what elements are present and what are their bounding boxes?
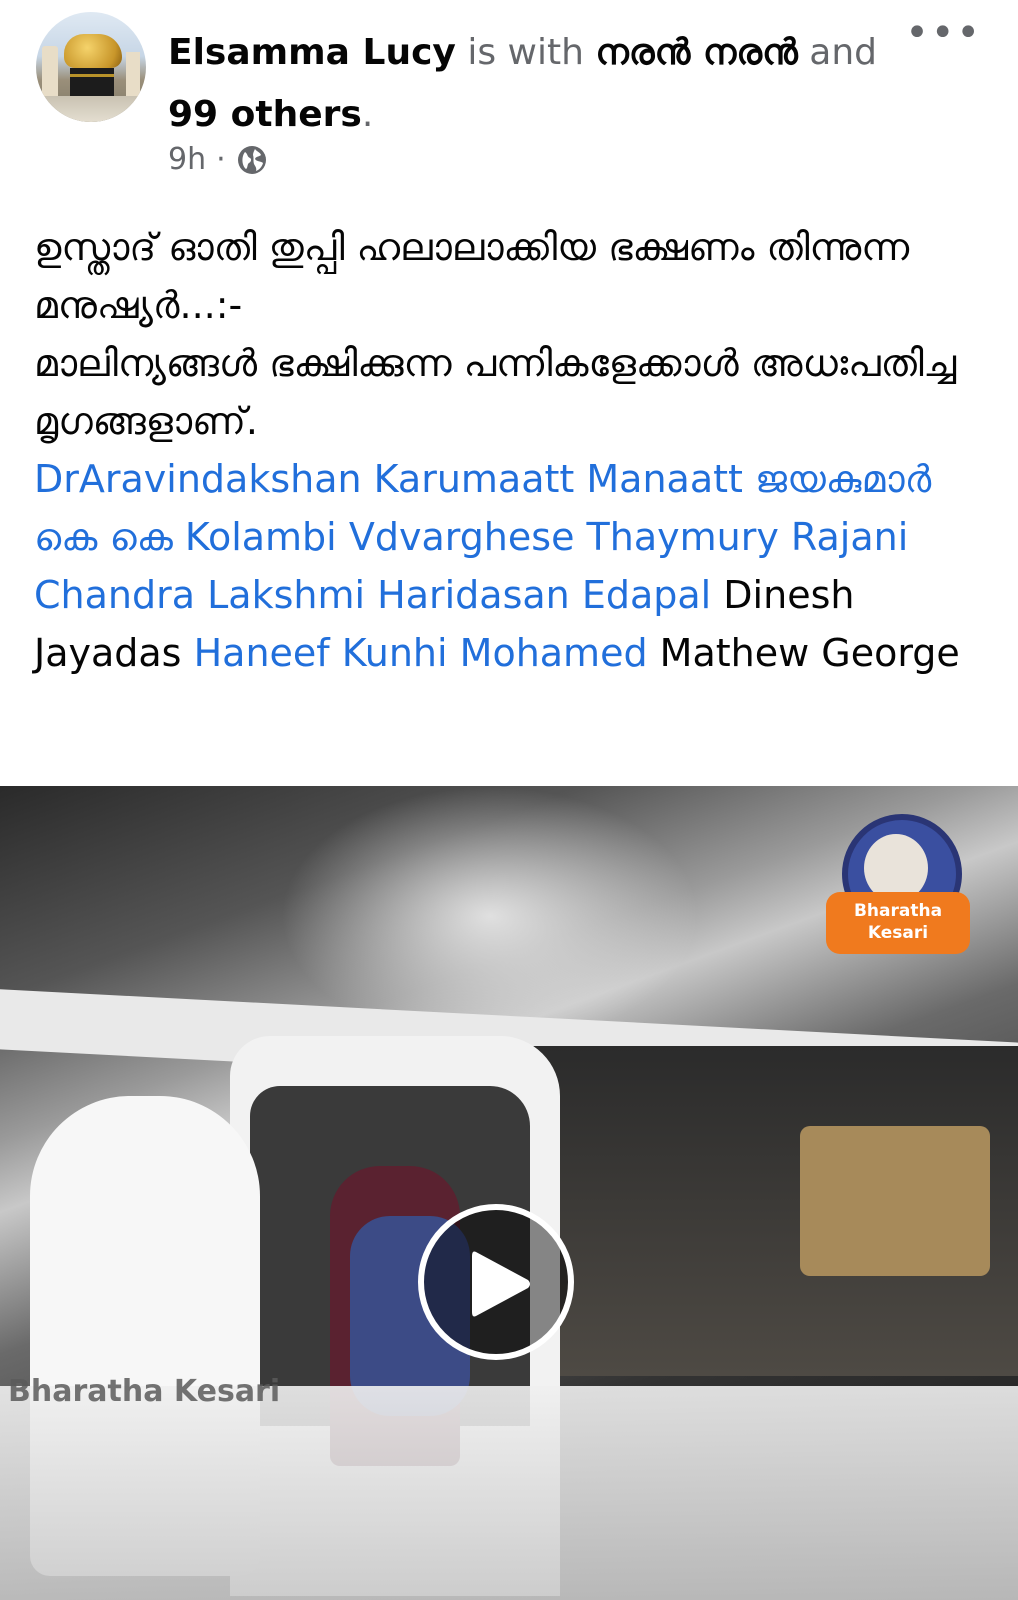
video-car-seat xyxy=(800,1126,990,1276)
tag-link[interactable]: Haneef Kunhi Mohamed xyxy=(194,631,648,675)
and-text: and xyxy=(797,32,878,73)
with-text: is with xyxy=(455,32,596,73)
post-header: Elsamma Lucy is with നരൻ നരൻ and 99 othe… xyxy=(0,0,1018,200)
post-time[interactable]: 9h xyxy=(168,142,206,177)
avatar-kaaba-band xyxy=(70,74,114,77)
tag-list: DrAravindakshan Karumaatt Manaatt ജയകുമാ… xyxy=(34,450,984,682)
video-watermark: Bharatha Kesari xyxy=(8,1374,281,1409)
logo-text-line1: Bharatha xyxy=(853,901,943,921)
logo-text-line2: Kesari xyxy=(867,923,929,943)
post-body: ഉസ്താദ് ഓതി തുപ്പി ഹലാലാക്കിയ ഭക്ഷണം തിന… xyxy=(34,218,984,682)
avatar-tower xyxy=(42,46,58,98)
avatar-crowd xyxy=(36,96,146,122)
more-horizontal-icon[interactable]: ••• xyxy=(905,13,982,53)
post-text-line1: ഉസ്താദ് ഓതി തുപ്പി ഹലാലാക്കിയ ഭക്ഷണം തിന… xyxy=(34,225,910,327)
video-lower-door xyxy=(0,1386,1018,1600)
play-icon[interactable] xyxy=(418,1204,574,1360)
post-meta: 9h · xyxy=(168,142,268,177)
untagged-name: Mathew George xyxy=(659,631,960,675)
avatar-tower xyxy=(126,52,140,98)
author-name-link[interactable]: Elsamma Lucy xyxy=(168,32,456,73)
post-text-line2: മാലിന്യങ്ങൾ ഭക്ഷിക്കുന്ന പന്നികളേക്കാൾ അ… xyxy=(34,341,957,443)
channel-logo: Bharatha Kesari xyxy=(826,810,970,960)
tag-link[interactable]: Vdvarghese Thaymury xyxy=(349,515,779,559)
author-avatar[interactable] xyxy=(36,12,146,122)
avatar-golden-statue xyxy=(64,34,122,68)
globe-icon[interactable] xyxy=(236,144,268,176)
tag-link[interactable]: DrAravindakshan Karumaatt Manaatt xyxy=(34,457,743,501)
period: . xyxy=(361,94,374,135)
video-player[interactable]: Bharatha Kesari Bharatha Kesari xyxy=(0,786,1018,1600)
meta-separator: · xyxy=(216,142,226,177)
post-title-line: Elsamma Lucy is with നരൻ നരൻ and 99 othe… xyxy=(168,22,908,146)
tagged-person-link[interactable]: നരൻ നരൻ xyxy=(595,32,797,73)
logo-plate: Bharatha Kesari xyxy=(826,892,970,954)
avatar-kaaba xyxy=(70,68,114,98)
others-link[interactable]: 99 others xyxy=(168,94,362,135)
tag-link[interactable]: Lakshmi Haridasan Edapal xyxy=(207,573,711,617)
